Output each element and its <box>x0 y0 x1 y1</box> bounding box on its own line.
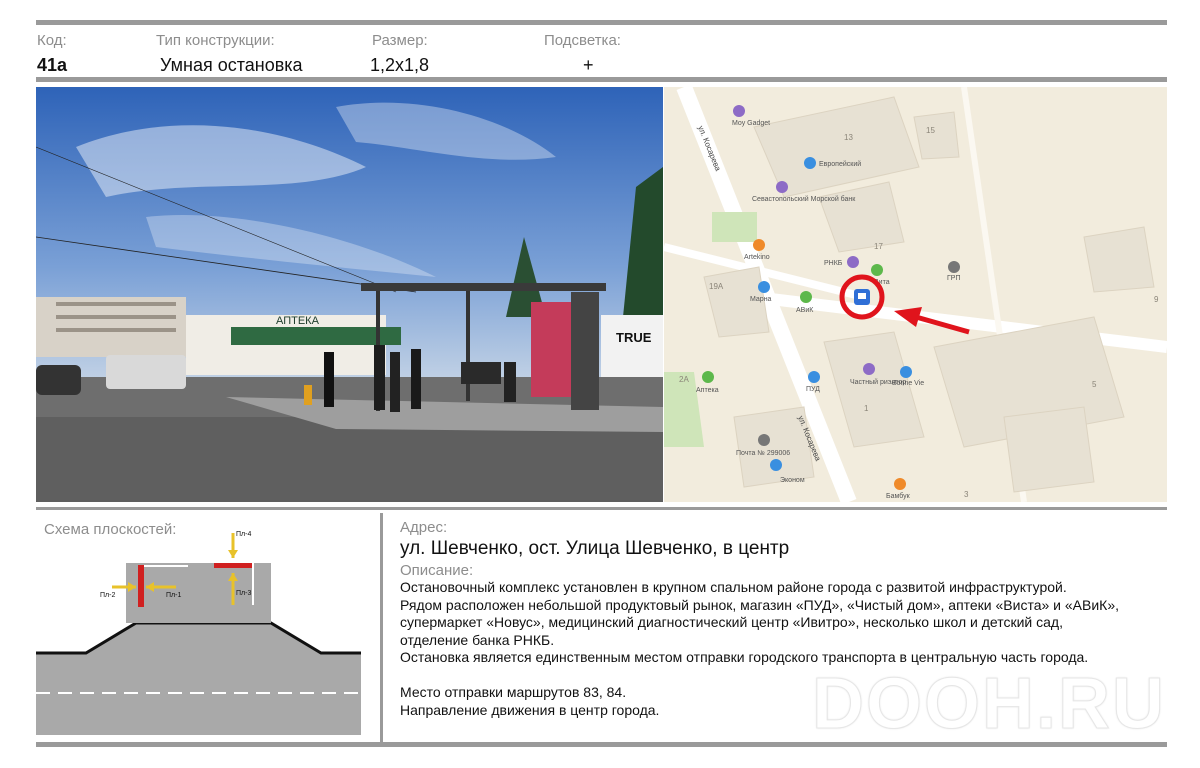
size-value: 1,2х1,8 <box>370 55 430 75</box>
svg-text:Moy Gadget: Moy Gadget <box>732 120 770 127</box>
bottom-divider <box>36 742 1167 747</box>
light-label: Подсветка: <box>544 32 621 49</box>
svg-text:Европейский: Европейский <box>819 160 861 168</box>
bus-stop-photo: АПТЕКА TRUE <box>36 87 663 502</box>
direction-text: Направление движения в центр города. <box>400 701 660 718</box>
routes-info: Место отправки маршрутов 83, 84. Направл… <box>400 684 659 719</box>
house-19a: 19А <box>709 282 724 291</box>
house-5: 5 <box>1092 380 1097 389</box>
code-label: Код: <box>37 32 67 49</box>
description-label: Описание: <box>400 562 474 579</box>
svg-text:Аптека: Аптека <box>696 387 719 394</box>
svg-text:АВиК: АВиК <box>796 307 814 314</box>
plane-label-pl-1: Пл-1 <box>166 592 181 599</box>
description-line: Рядом расположен небольшой продуктовый р… <box>400 596 1120 613</box>
svg-text:Bonne Vie: Bonne Vie <box>892 380 924 387</box>
svg-text:ПУД: ПУД <box>806 386 820 393</box>
svg-text:РНКБ: РНКБ <box>824 260 843 267</box>
house-9: 9 <box>1154 295 1159 304</box>
address-value: ул. Шевченко, ост. Улица Шевченко, в цен… <box>400 538 790 559</box>
svg-text:Эконом: Эконом <box>780 477 805 484</box>
house-17: 17 <box>874 242 883 251</box>
code-value: 41а <box>37 55 68 75</box>
size-label: Размер: <box>372 32 428 49</box>
svg-text:Бамбук: Бамбук <box>886 492 911 500</box>
type-label: Тип конструкции: <box>156 32 275 49</box>
address-label: Адрес: <box>400 519 448 536</box>
watermark: DOOH.RU <box>812 664 1166 745</box>
pharmacy-sign: АПТЕКА <box>276 315 320 327</box>
house-15: 15 <box>926 126 935 135</box>
location-map: 13 15 17 19А 2А 1 5 3 9 ул. Косарева ул.… <box>664 87 1167 502</box>
plane-label-pl-3: Пл-3 <box>236 590 251 597</box>
type-value: Умная остановка <box>160 55 303 75</box>
vertical-divider <box>380 513 383 742</box>
svg-text:Севастопольский Морской банк: Севастопольский Морской банк <box>752 195 856 203</box>
top-divider <box>36 20 1167 25</box>
house-1: 1 <box>864 404 869 413</box>
middle-divider <box>36 507 1167 510</box>
routes-text: Место отправки маршрутов 83, 84. <box>400 684 627 700</box>
description-line: Остановочный комплекс установлен в крупн… <box>400 579 1067 595</box>
description-line: супермаркет «Новус», медицинский диагнос… <box>400 614 1063 631</box>
description-text: Остановочный комплекс установлен в крупн… <box>400 579 1170 667</box>
svg-text:Марна: Марна <box>750 296 772 303</box>
planes-schema: Схема плоскостей: Пл-2 Пл-1 Пл-4 Пл-3 <box>36 513 379 742</box>
truck-sign: TRUE <box>616 330 652 345</box>
svg-text:Аrtekino: Аrtekino <box>744 254 770 261</box>
light-value: + <box>583 55 594 75</box>
house-3: 3 <box>964 490 969 499</box>
plane-pl-4 <box>214 563 252 568</box>
plane-label-pl-2: Пл-2 <box>100 592 115 599</box>
header-divider <box>36 77 1167 82</box>
house-13: 13 <box>844 133 853 142</box>
plane-pl-2 <box>138 565 144 607</box>
plane-label-pl-4: Пл-4 <box>236 531 251 538</box>
svg-text:Почта № 299006: Почта № 299006 <box>736 450 790 457</box>
svg-text:ГРП: ГРП <box>947 275 961 282</box>
house-2a: 2А <box>679 375 689 384</box>
description-line: отделение банка РНКБ. <box>400 631 555 648</box>
